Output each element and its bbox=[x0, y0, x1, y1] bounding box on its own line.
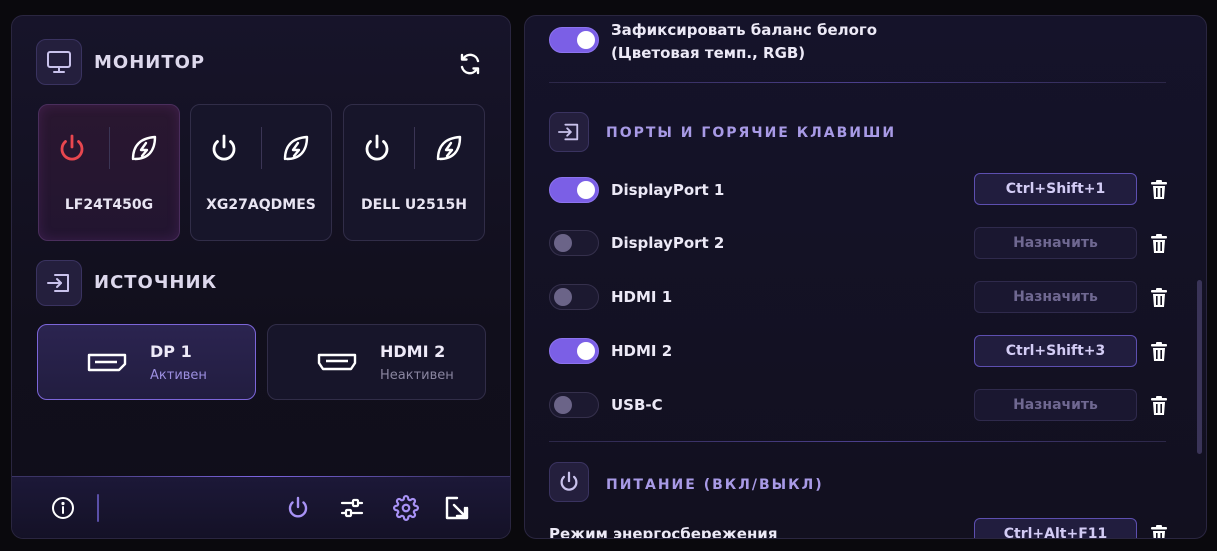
settings-button[interactable] bbox=[391, 493, 421, 523]
trash-icon bbox=[1151, 395, 1167, 415]
hotkey-button[interactable]: Ctrl+Alt+F11 bbox=[974, 518, 1137, 538]
port-name: HDMI 1 bbox=[611, 288, 673, 306]
settings-panel: Зафиксировать баланс белого (Цветовая те… bbox=[524, 15, 1207, 539]
hdmi-icon bbox=[317, 353, 357, 371]
card-divider bbox=[109, 127, 110, 169]
monitor-card-2[interactable]: XG27AQDMES bbox=[190, 104, 332, 241]
power-icon bbox=[60, 134, 84, 161]
source-status: Неактивен bbox=[380, 368, 454, 383]
adjust-button[interactable] bbox=[337, 493, 367, 523]
monitor-name: DELL U2515H bbox=[361, 197, 467, 213]
card-divider bbox=[414, 127, 415, 169]
eco-leaf-icon bbox=[131, 135, 157, 161]
assign-hotkey-button[interactable]: Назначить bbox=[974, 227, 1137, 259]
source-status: Активен bbox=[150, 368, 207, 383]
input-icon bbox=[558, 123, 579, 141]
port-name: DisplayPort 1 bbox=[611, 181, 725, 199]
info-icon bbox=[52, 497, 74, 519]
refresh-button[interactable] bbox=[456, 50, 484, 78]
power-row-name: Режим энергосбережения bbox=[549, 525, 778, 539]
delete-hotkey-button[interactable] bbox=[1149, 339, 1169, 363]
port-name: USB-C bbox=[611, 396, 663, 414]
delete-hotkey-button[interactable] bbox=[1149, 177, 1169, 201]
trash-icon bbox=[1151, 341, 1167, 361]
monitor-eco-button[interactable] bbox=[125, 129, 163, 167]
assign-hotkey-button[interactable]: Назначить bbox=[974, 389, 1137, 421]
power-tab-button[interactable] bbox=[283, 493, 313, 523]
monitor-section-title: МОНИТОР bbox=[94, 52, 206, 73]
hotkey-button[interactable]: Ctrl+Shift+1 bbox=[974, 173, 1137, 205]
scrollbar[interactable] bbox=[1197, 280, 1202, 454]
power-section-title: ПИТАНИЕ (ВКЛ/ВЫКЛ) bbox=[606, 477, 824, 493]
trash-icon bbox=[1151, 524, 1167, 538]
port-name: HDMI 2 bbox=[611, 342, 673, 360]
info-button[interactable] bbox=[48, 493, 78, 523]
displayport-icon bbox=[87, 353, 127, 372]
monitor-card-1[interactable]: LF24T450G bbox=[38, 104, 180, 241]
white-balance-label-line1: Зафиксировать баланс белого bbox=[611, 21, 878, 39]
delete-hotkey-button[interactable] bbox=[1149, 231, 1169, 255]
port-toggle-usb-c[interactable] bbox=[549, 392, 599, 418]
delete-hotkey-button[interactable] bbox=[1149, 522, 1169, 538]
delete-hotkey-button[interactable] bbox=[1149, 285, 1169, 309]
monitor-section-icon bbox=[36, 39, 82, 85]
source-name: DP 1 bbox=[150, 342, 192, 361]
port-toggle-displayport-1[interactable] bbox=[549, 177, 599, 203]
monitor-card-3[interactable]: DELL U2515H bbox=[343, 104, 485, 241]
source-name: HDMI 2 bbox=[380, 342, 446, 361]
port-name: DisplayPort 2 bbox=[611, 234, 725, 252]
bottom-toolbar bbox=[12, 476, 510, 538]
section-divider bbox=[549, 82, 1166, 83]
power-icon bbox=[212, 134, 236, 161]
monitor-eco-button[interactable] bbox=[430, 129, 468, 167]
white-balance-toggle[interactable] bbox=[549, 27, 599, 53]
monitor-power-button[interactable] bbox=[205, 129, 243, 167]
open-external-icon bbox=[445, 496, 469, 520]
monitor-power-button[interactable] bbox=[358, 129, 396, 167]
ports-section-icon bbox=[549, 112, 589, 152]
monitor-icon bbox=[47, 51, 71, 73]
toolbar-divider bbox=[97, 494, 99, 522]
source-card-hdmi2[interactable]: HDMI 2 Неактивен bbox=[267, 324, 486, 400]
sliders-icon bbox=[340, 498, 364, 518]
source-section-title: ИСТОЧНИК bbox=[94, 272, 218, 293]
power-section-icon bbox=[549, 462, 589, 502]
monitor-name: LF24T450G bbox=[64, 197, 154, 213]
hotkey-button[interactable]: Ctrl+Shift+3 bbox=[974, 335, 1137, 367]
monitor-eco-button[interactable] bbox=[277, 129, 315, 167]
section-divider bbox=[549, 441, 1166, 442]
eco-leaf-icon bbox=[436, 135, 462, 161]
port-toggle-hdmi-2[interactable] bbox=[549, 338, 599, 364]
power-icon bbox=[560, 471, 578, 491]
assign-hotkey-button[interactable]: Назначить bbox=[974, 281, 1137, 313]
monitor-panel: МОНИТОР LF24T450G XG27AQDMES DELL U2515H… bbox=[11, 15, 511, 539]
input-icon bbox=[47, 274, 69, 292]
trash-icon bbox=[1151, 287, 1167, 307]
delete-hotkey-button[interactable] bbox=[1149, 393, 1169, 417]
source-card-dp1[interactable]: DP 1 Активен bbox=[37, 324, 256, 400]
card-divider bbox=[261, 127, 262, 169]
refresh-icon bbox=[460, 53, 480, 75]
white-balance-label-line2: (Цветовая темп., RGB) bbox=[611, 44, 806, 62]
trash-icon bbox=[1151, 179, 1167, 199]
ports-section-title: ПОРТЫ И ГОРЯЧИЕ КЛАВИШИ bbox=[606, 125, 897, 141]
monitor-name: XG27AQDMES bbox=[206, 197, 316, 213]
source-section-icon bbox=[36, 260, 82, 306]
trash-icon bbox=[1151, 233, 1167, 253]
port-toggle-displayport-2[interactable] bbox=[549, 230, 599, 256]
monitor-power-button[interactable] bbox=[53, 129, 91, 167]
power-icon bbox=[365, 134, 389, 161]
port-toggle-hdmi-1[interactable] bbox=[549, 284, 599, 310]
eco-leaf-icon bbox=[283, 135, 309, 161]
power-icon bbox=[288, 496, 308, 518]
exit-window-button[interactable] bbox=[442, 493, 472, 523]
gear-icon bbox=[393, 495, 419, 521]
